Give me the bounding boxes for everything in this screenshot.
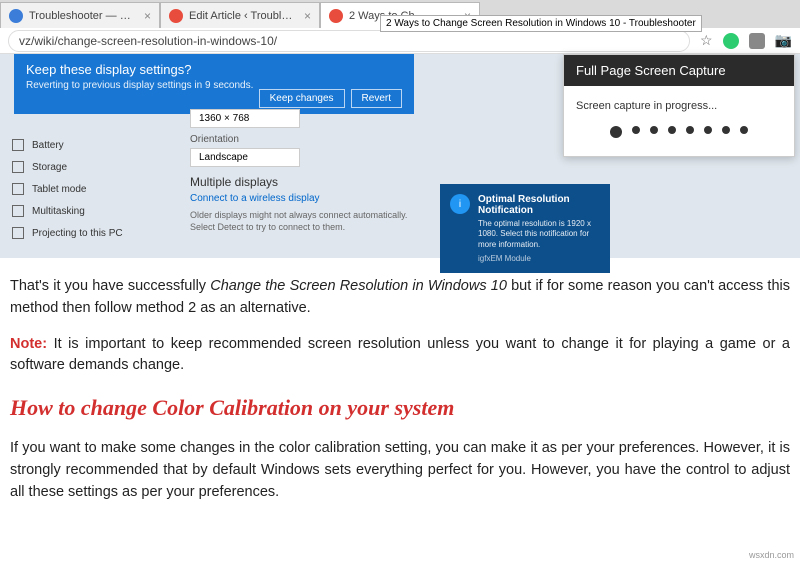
tablet-icon	[12, 183, 24, 195]
info-icon: i	[450, 194, 470, 214]
multiple-displays-heading: Multiple displays	[190, 175, 420, 189]
capture-progress-text: Screen capture in progress...	[576, 100, 782, 112]
paragraph: That's it you have successfully Change t…	[10, 276, 790, 320]
keep-changes-button[interactable]: Keep changes	[259, 89, 345, 108]
connect-wireless-link[interactable]: Connect to a wireless display	[190, 193, 420, 204]
dot-icon	[686, 126, 694, 134]
article-body: That's it you have successfully Change t…	[0, 258, 800, 535]
favicon	[329, 9, 343, 23]
storage-icon	[12, 161, 24, 173]
tab-1[interactable]: Troubleshooter — Word ×	[0, 2, 160, 28]
italic-text: Change the Screen Resolution in Windows …	[210, 278, 507, 294]
sidebar-item-storage[interactable]: Storage	[0, 156, 135, 178]
tab-tooltip: 2 Ways to Change Screen Resolution in Wi…	[380, 15, 702, 32]
tab-title: Troubleshooter — Word	[29, 10, 138, 22]
capture-header: Full Page Screen Capture	[564, 55, 794, 86]
dot-icon	[610, 126, 622, 138]
settings-sidebar: Battery Storage Tablet mode Multitasking…	[0, 134, 135, 244]
notification-source: igfxEM Module	[478, 254, 600, 263]
extension-icons: ☆ 📷	[700, 32, 792, 49]
settings-panel: 1360 × 768 Orientation Landscape Multipl…	[190, 109, 420, 233]
favicon	[9, 9, 23, 23]
notification-body: The optimal resolution is 1920 x 1080. S…	[478, 219, 600, 250]
sidebar-item-projecting[interactable]: Projecting to this PC	[0, 222, 135, 244]
section-heading: How to change Color Calibration on your …	[10, 391, 790, 424]
sidebar-item-tablet[interactable]: Tablet mode	[0, 178, 135, 200]
dialog-title: Keep these display settings?	[26, 62, 402, 77]
tab-title: Edit Article ‹ Troubleshooter — W	[189, 10, 298, 22]
extension-icon[interactable]	[723, 33, 739, 49]
sidebar-item-battery[interactable]: Battery	[0, 134, 135, 156]
dot-icon	[632, 126, 640, 134]
screen-capture-popup: Full Page Screen Capture Screen capture …	[563, 54, 795, 157]
progress-dots	[576, 126, 782, 138]
revert-button[interactable]: Revert	[351, 89, 402, 108]
article-screenshot: Keep these display settings? Reverting t…	[0, 54, 800, 258]
dot-icon	[740, 126, 748, 134]
dot-icon	[704, 126, 712, 134]
displays-note: Older displays might not always connect …	[190, 210, 420, 233]
note-label: Note:	[10, 336, 47, 352]
dot-icon	[668, 126, 676, 134]
address-input[interactable]: vz/wiki/change-screen-resolution-in-wind…	[8, 30, 690, 52]
multitasking-icon	[12, 205, 24, 217]
dot-icon	[650, 126, 658, 134]
bookmark-star-icon[interactable]: ☆	[700, 32, 713, 49]
resolution-notification[interactable]: i Optimal Resolution Notification The op…	[440, 184, 610, 273]
battery-icon	[12, 139, 24, 151]
watermark: wsxdn.com	[749, 550, 794, 560]
close-icon[interactable]: ×	[144, 9, 151, 23]
favicon	[169, 9, 183, 23]
display-settings-dialog: Keep these display settings? Reverting t…	[14, 54, 414, 114]
orientation-label: Orientation	[190, 134, 420, 145]
projecting-icon	[12, 227, 24, 239]
screen-capture-icon[interactable]: 📷	[775, 32, 792, 49]
close-icon[interactable]: ×	[304, 9, 311, 23]
orientation-dropdown[interactable]: Landscape	[190, 148, 300, 167]
tab-2[interactable]: Edit Article ‹ Troubleshooter — W ×	[160, 2, 320, 28]
dot-icon	[722, 126, 730, 134]
notification-title: Optimal Resolution Notification	[478, 194, 600, 216]
resolution-dropdown[interactable]: 1360 × 768	[190, 109, 300, 128]
sidebar-item-multitasking[interactable]: Multitasking	[0, 200, 135, 222]
paragraph: If you want to make some changes in the …	[10, 438, 790, 503]
note-paragraph: Note: It is important to keep recommende…	[10, 334, 790, 378]
extension-icon[interactable]	[749, 33, 765, 49]
